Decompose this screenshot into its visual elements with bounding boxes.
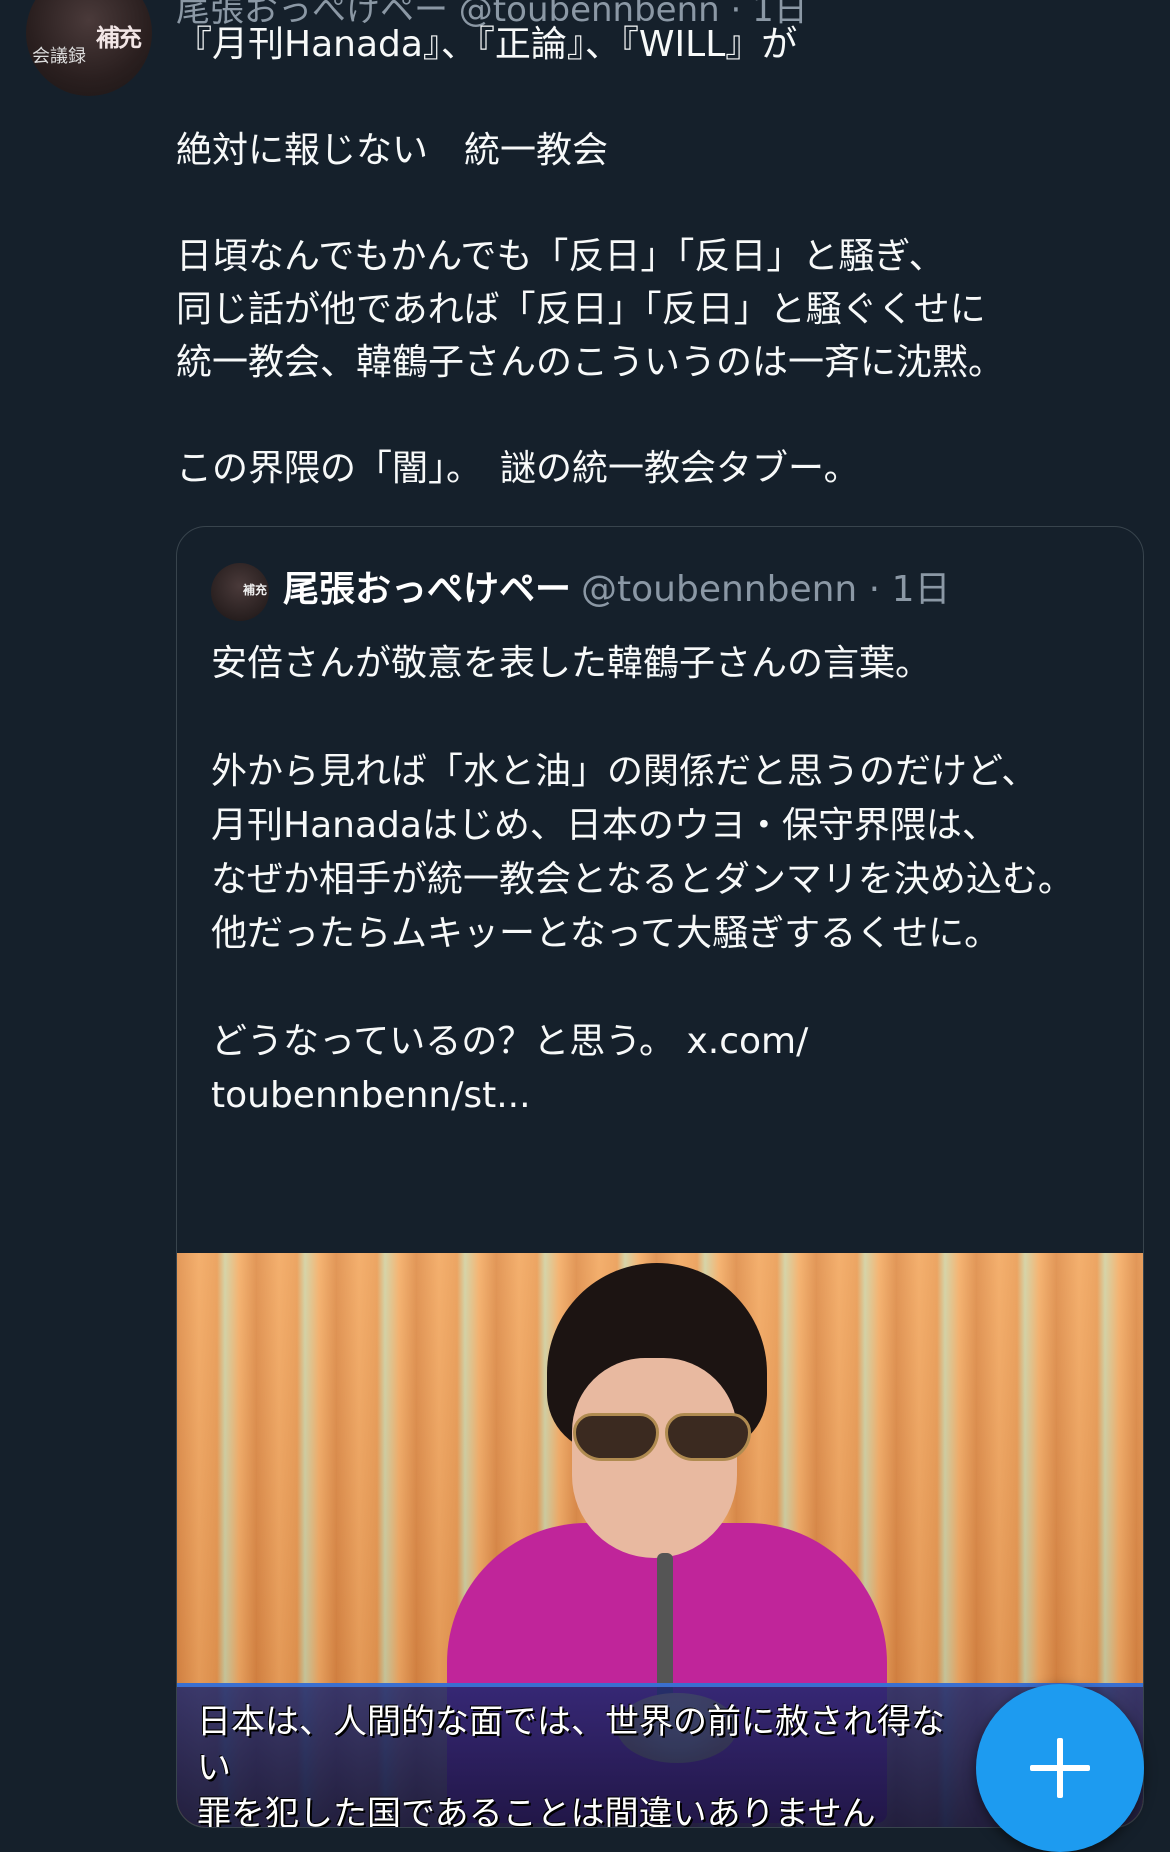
compose-button[interactable] bbox=[976, 1684, 1144, 1852]
avatar[interactable]: 補充 会議録 bbox=[26, 0, 152, 96]
quote-text: 安倍さんが敬意を表した韓鶴子さんの言葉。 外から見れば「水と油」の関係だと思うの… bbox=[211, 643, 1074, 1116]
quote-author-handle: @toubennbenn · 1日 bbox=[581, 569, 951, 610]
quote-avatar-logo-text: 補充 bbox=[242, 583, 267, 597]
image-subtitle: 日本は、人間的な面では、世界の前に赦され得ない 罪を犯した国であることは間違いあ… bbox=[197, 1702, 945, 1827]
avatar-logo-sub: 会議録 bbox=[32, 46, 86, 67]
quote-author-name[interactable]: 尾張おっぺけペー bbox=[283, 569, 571, 610]
plus-icon bbox=[1030, 1738, 1090, 1798]
quote-header: 尾張おっぺけペー @toubennbenn · 1日 bbox=[283, 565, 950, 615]
avatar-logo-text: 補充 bbox=[96, 24, 142, 52]
sunglasses-shape bbox=[567, 1413, 751, 1461]
quote-avatar[interactable]: 補充 bbox=[211, 563, 269, 621]
quote-tweet-card[interactable]: 補充 尾張おっぺけペー @toubennbenn · 1日 安倍さんが敬意を表した… bbox=[176, 526, 1144, 1828]
tweet-text: 『月刊Hanada』、『正論』、『WILL』が 絶対に報じない 統一教会 日頃な… bbox=[176, 24, 1005, 489]
